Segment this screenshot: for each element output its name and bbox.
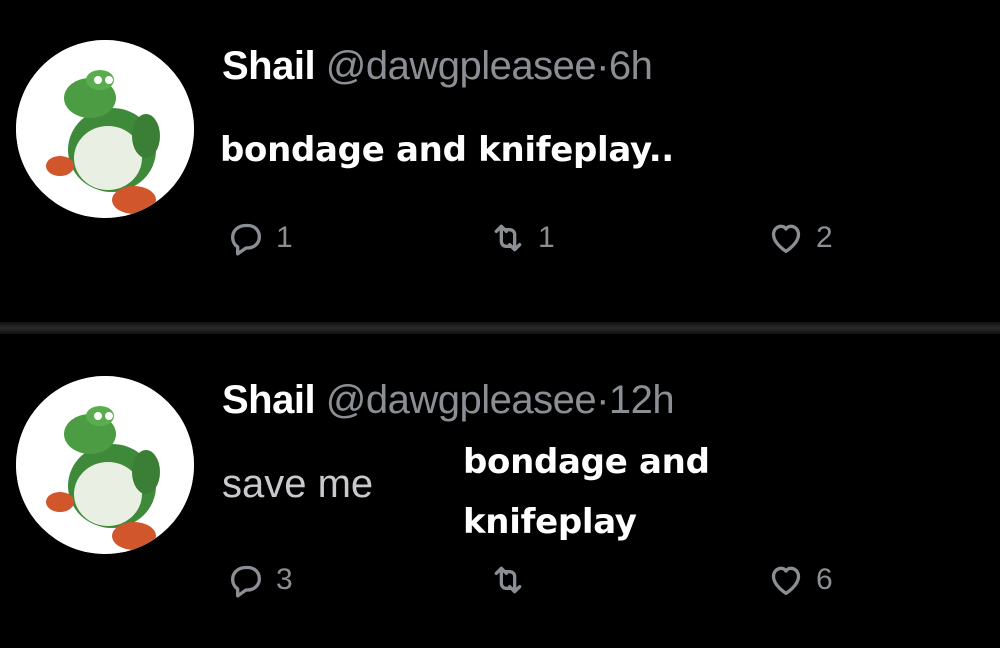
- retweet-button[interactable]: [488, 560, 538, 600]
- timestamp[interactable]: 12h: [609, 378, 675, 422]
- separator: ·: [596, 44, 609, 88]
- tweet-text: bondage and knifeplay..: [220, 130, 674, 170]
- divider: [0, 322, 1000, 334]
- retweet-icon: [494, 566, 522, 594]
- avatar[interactable]: [16, 376, 194, 554]
- display-name[interactable]: Shail: [222, 44, 316, 88]
- like-button[interactable]: 2: [766, 218, 833, 258]
- reply-button[interactable]: 1: [226, 218, 293, 258]
- retweet-icon: [494, 224, 522, 252]
- handle[interactable]: @dawgpleasee: [326, 378, 597, 422]
- like-icon: [771, 224, 801, 253]
- avatar[interactable]: [16, 40, 194, 218]
- reply-count: 3: [276, 563, 293, 596]
- overlay-line: bondage and: [463, 442, 710, 482]
- like-count: 6: [816, 563, 833, 596]
- tweet[interactable]: Shail @dawgpleasee·12h save me bondage a…: [0, 334, 1000, 648]
- reply-icon: [231, 565, 261, 598]
- like-icon: [771, 566, 801, 595]
- timestamp[interactable]: 6h: [609, 44, 653, 88]
- overlay-caption: bondage and knifeplay: [463, 432, 763, 552]
- handle[interactable]: @dawgpleasee: [326, 44, 597, 88]
- overlay-line: knifeplay: [463, 502, 637, 542]
- reply-count: 1: [276, 221, 293, 254]
- tweet-header: Shail @dawgpleasee·6h: [222, 44, 653, 89]
- separator: ·: [596, 378, 609, 422]
- reply-button[interactable]: 3: [226, 560, 293, 600]
- avatar-image: [16, 40, 194, 218]
- avatar-image: [16, 376, 194, 554]
- tweet-header: Shail @dawgpleasee·12h: [222, 378, 675, 423]
- action-bar: 3 6: [226, 560, 886, 610]
- retweet-button[interactable]: 1: [488, 218, 555, 258]
- like-button[interactable]: 6: [766, 560, 833, 600]
- tweet[interactable]: Shail @dawgpleasee·6h bondage and knifep…: [0, 0, 1000, 322]
- like-count: 2: [816, 221, 833, 254]
- reply-icon: [231, 223, 261, 256]
- display-name[interactable]: Shail: [222, 378, 316, 422]
- retweet-count: 1: [538, 221, 555, 254]
- tweet-text: save me: [222, 462, 374, 506]
- action-bar: 1 1 2: [226, 218, 886, 268]
